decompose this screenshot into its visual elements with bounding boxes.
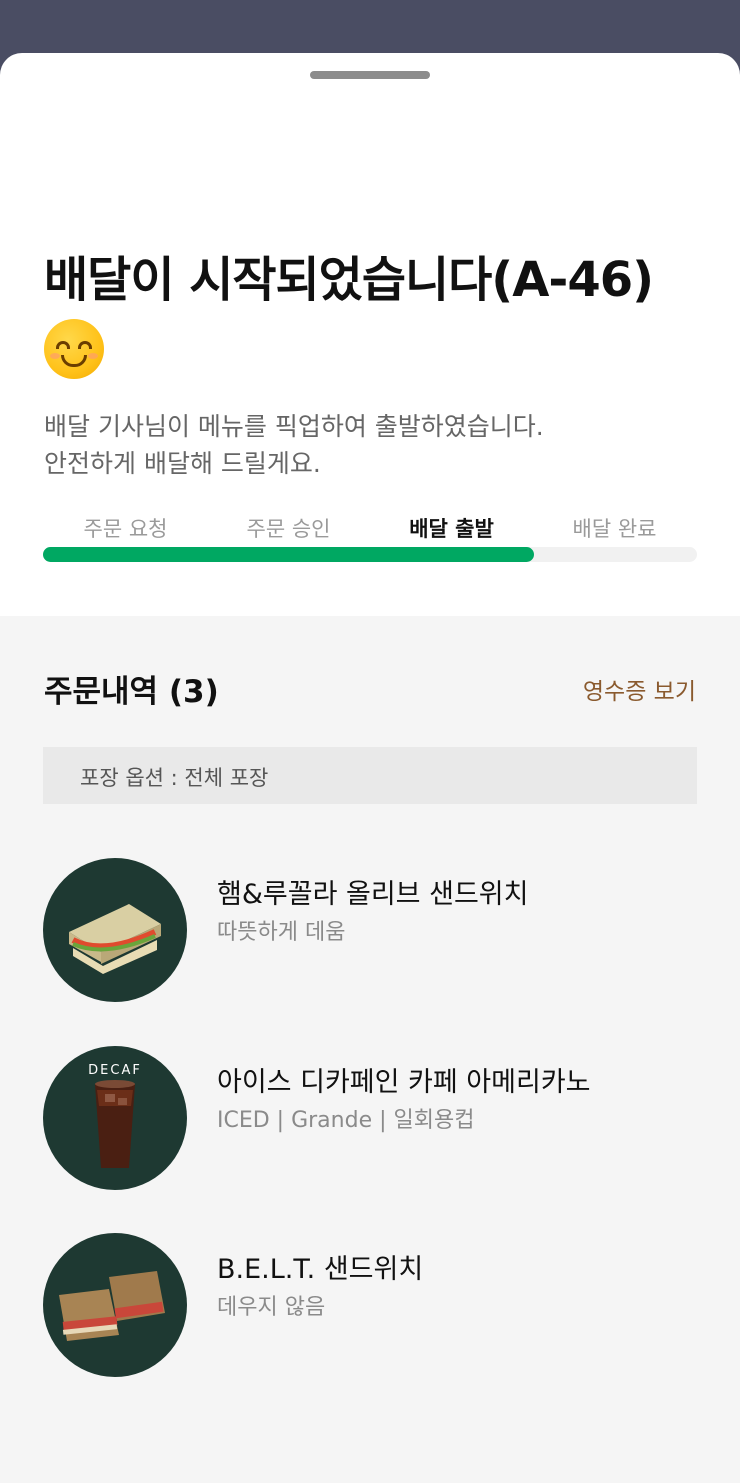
packaging-option-box: 포장 옵션 : 전체 포장 xyxy=(43,747,697,804)
order-heading: 주문내역 (3) xyxy=(44,674,219,710)
order-details-section: 주문내역 (3) 영수증 보기 포장 옵션 : 전체 포장 햄&루꼴라 올리브 … xyxy=(0,616,740,1483)
order-item: DECAF 아이스 디카페인 카페 아메리카노 ICED | Grande | … xyxy=(43,1046,697,1190)
item-name: 햄&루꼴라 올리브 샌드위치 xyxy=(217,879,529,910)
view-receipt-link[interactable]: 영수증 보기 xyxy=(583,672,696,706)
order-item: 햄&루꼴라 올리브 샌드위치 따뜻하게 데움 xyxy=(43,858,697,1002)
status-message: 배달 기사님이 메뉴를 픽업하여 출발하였습니다. 안전하게 배달해 드릴게요. xyxy=(44,408,704,482)
progress-steps: 주문 요청 주문 승인 배달 출발 배달 완료 xyxy=(44,513,697,549)
item-option: ICED | Grande | 일회용컵 xyxy=(217,1108,475,1133)
belt-sandwich-image xyxy=(43,1233,187,1377)
item-name: B.E.L.T. 샌드위치 xyxy=(217,1254,424,1285)
status-title: 배달이 시작되었습니다(A-46) xyxy=(44,252,654,308)
sheet-drag-handle[interactable] xyxy=(310,71,430,79)
item-option: 따뜻하게 데움 xyxy=(217,920,346,945)
step-order-request: 주문 요청 xyxy=(83,517,168,541)
status-message-line1: 배달 기사님이 메뉴를 픽업하여 출발하였습니다. xyxy=(44,412,544,441)
packaging-option-text: 포장 옵션 : 전체 포장 xyxy=(80,766,269,790)
smiling-face-icon xyxy=(44,319,104,379)
order-item: B.E.L.T. 샌드위치 데우지 않음 xyxy=(43,1233,697,1377)
item-option: 데우지 않음 xyxy=(217,1295,326,1320)
ham-arugula-sandwich-image xyxy=(43,858,187,1002)
progress-bar-fill xyxy=(43,547,534,562)
iced-decaf-americano-image: DECAF xyxy=(43,1046,187,1190)
status-message-line2: 안전하게 배달해 드릴게요. xyxy=(44,449,321,478)
decaf-badge-text: DECAF xyxy=(88,1063,142,1078)
progress-bar xyxy=(43,547,697,562)
item-name: 아이스 디카페인 카페 아메리카노 xyxy=(217,1067,591,1098)
step-delivery-complete: 배달 완료 xyxy=(572,517,657,541)
step-delivery-departed: 배달 출발 xyxy=(409,517,494,541)
step-order-approved: 주문 승인 xyxy=(246,517,331,541)
bottom-sheet: 배달이 시작되었습니다(A-46) 배달 기사님이 메뉴를 픽업하여 출발하였습… xyxy=(0,53,740,1483)
